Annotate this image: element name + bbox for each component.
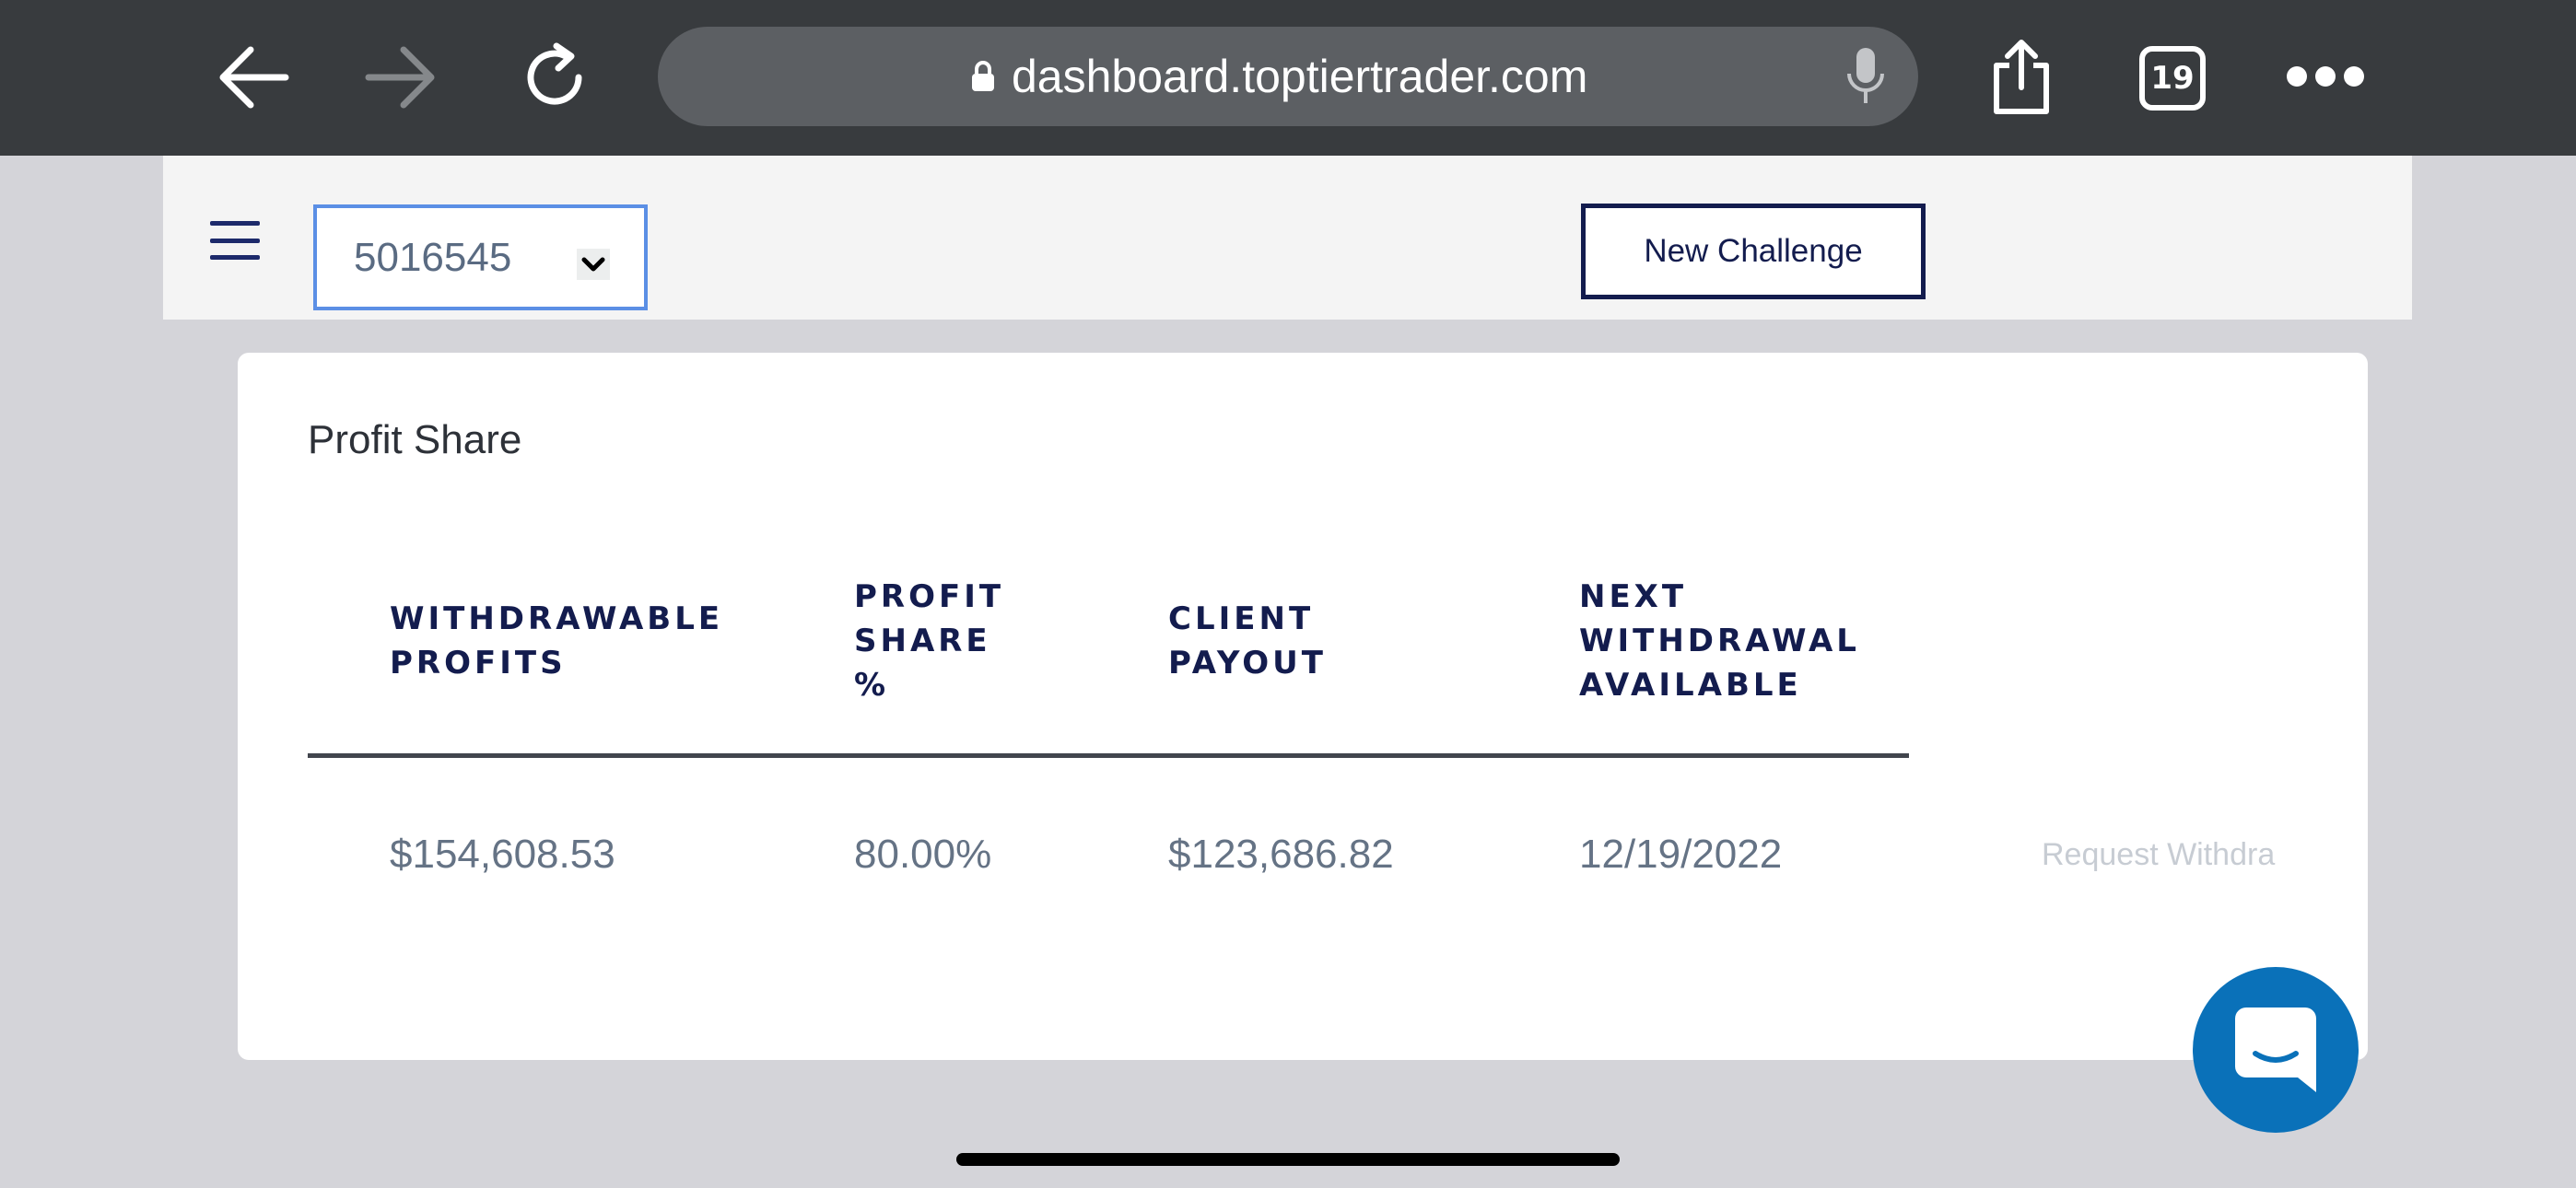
- header-line: PAYOUT: [1168, 645, 1327, 681]
- more-icon[interactable]: [2287, 66, 2364, 88]
- column-header-withdrawable-profits: WITHDRAWABLE PROFITS: [390, 597, 723, 685]
- column-header-profit-share: PROFIT SHARE %: [854, 575, 1004, 707]
- column-header-client-payout: CLIENT PAYOUT: [1168, 597, 1327, 685]
- account-number: 5016545: [354, 235, 512, 280]
- header-line: PROFITS: [390, 645, 567, 681]
- cell-profit-share: 80.00%: [854, 832, 992, 877]
- home-indicator: [956, 1153, 1620, 1166]
- chevron-down-icon: [577, 249, 610, 280]
- header-line: WITHDRAWAL: [1579, 623, 1860, 659]
- column-header-next-withdrawal: NEXT WITHDRAWAL AVAILABLE: [1579, 575, 1860, 707]
- browser-toolbar: dashboard.toptiertrader.com 19: [0, 0, 2576, 156]
- tabs-icon[interactable]: 19: [2139, 46, 2206, 111]
- forward-icon[interactable]: [356, 31, 448, 123]
- url-text: dashboard.toptiertrader.com: [1012, 51, 1588, 102]
- table-divider: [308, 753, 1909, 758]
- cell-client-payout: $123,686.82: [1168, 832, 1394, 877]
- profit-share-card: [238, 353, 2368, 1060]
- chat-icon: [2235, 1007, 2316, 1092]
- reload-icon[interactable]: [509, 31, 601, 123]
- header-line: PROFIT: [854, 578, 1005, 615]
- microphone-icon[interactable]: [1843, 46, 1889, 107]
- header-line: %: [854, 667, 890, 704]
- new-challenge-button[interactable]: New Challenge: [1581, 204, 1926, 299]
- request-withdrawal-button[interactable]: Request Withdra: [2042, 833, 2296, 877]
- cell-withdrawable-profits: $154,608.53: [390, 832, 615, 877]
- chat-launcher-button[interactable]: [2193, 967, 2359, 1133]
- header-line: AVAILABLE: [1579, 667, 1802, 704]
- back-icon[interactable]: [206, 31, 299, 123]
- share-icon[interactable]: [1975, 31, 2067, 123]
- card-title: Profit Share: [308, 417, 522, 462]
- account-select[interactable]: 5016545: [313, 204, 648, 310]
- header-line: NEXT: [1579, 578, 1688, 615]
- header-line: CLIENT: [1168, 600, 1315, 637]
- header-line: WITHDRAWABLE: [390, 600, 724, 637]
- lock-icon: [972, 61, 994, 91]
- menu-icon[interactable]: [210, 221, 260, 260]
- cell-next-withdrawal: 12/19/2022: [1579, 832, 1783, 877]
- tab-count: 19: [2150, 60, 2195, 97]
- header-line: SHARE: [854, 623, 991, 659]
